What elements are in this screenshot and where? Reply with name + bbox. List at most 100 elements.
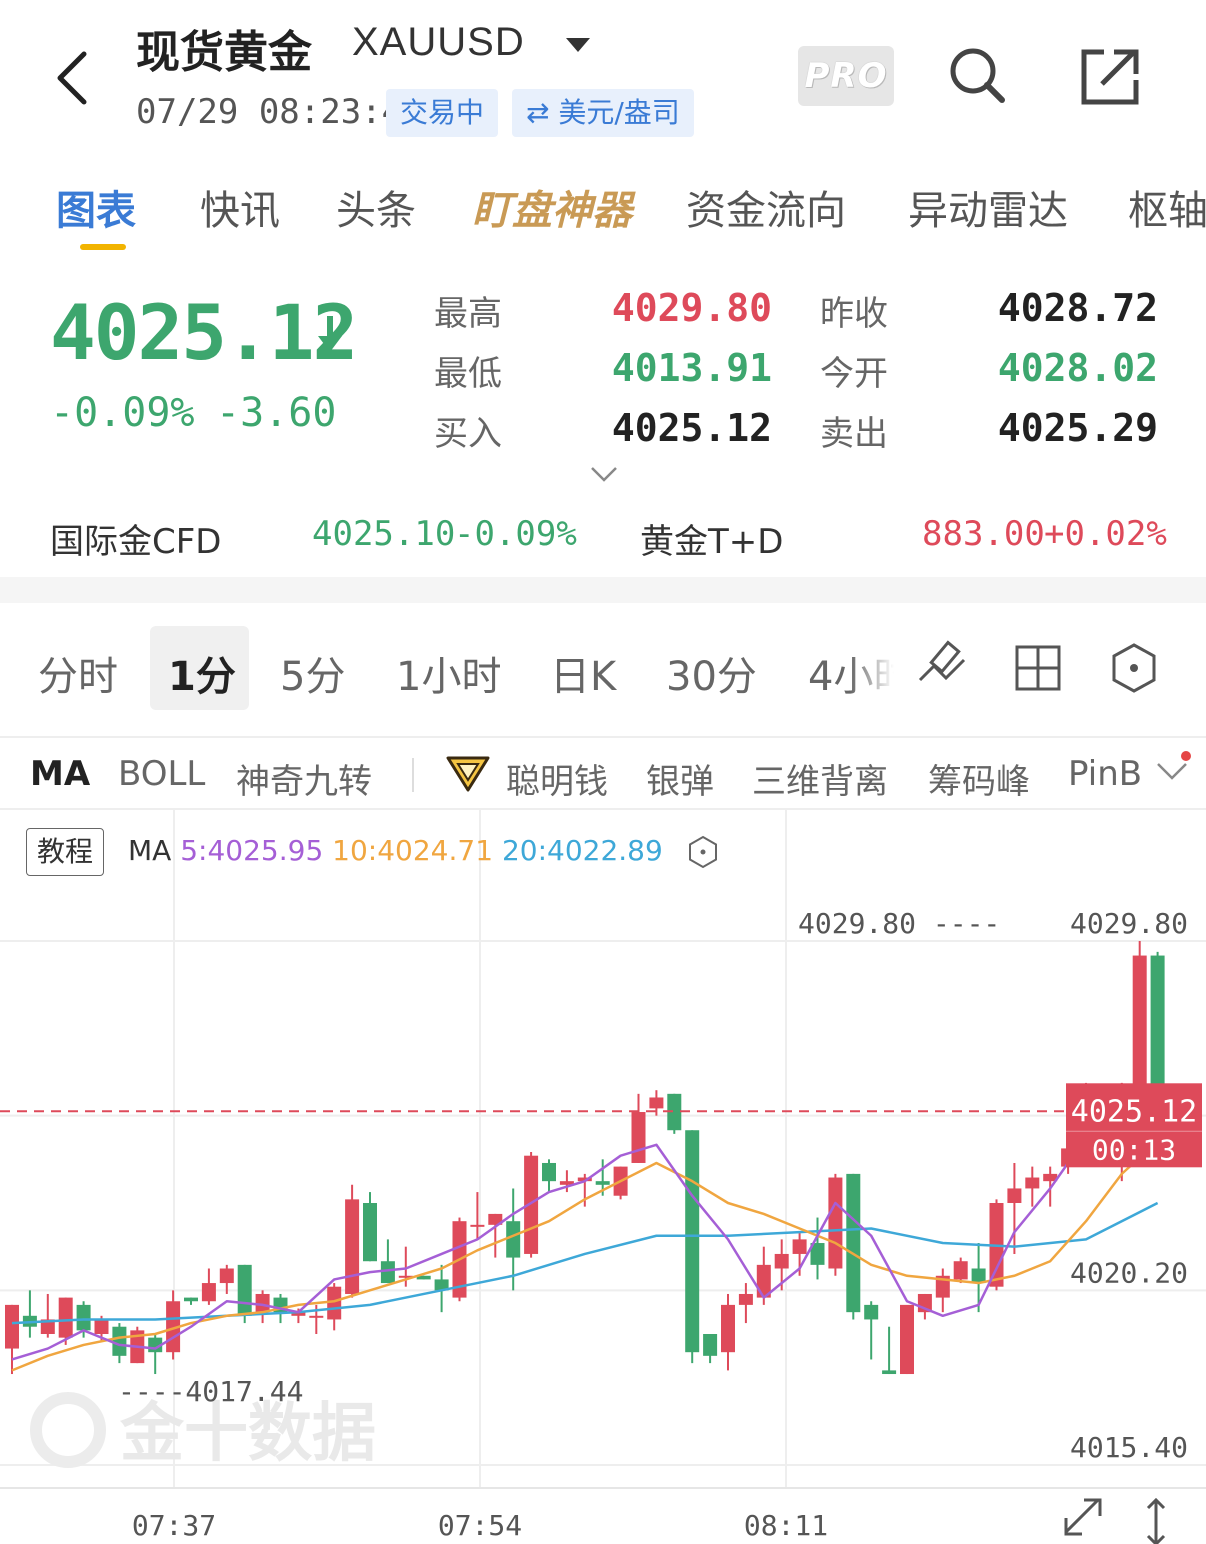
tab-anomaly-radar[interactable]: 异动雷达 xyxy=(908,178,1068,236)
candle-body xyxy=(685,1130,700,1353)
related-cfd-name[interactable]: 国际金CFD xyxy=(50,514,221,563)
candle-body xyxy=(237,1264,252,1316)
y-tick-label: 4029.80 xyxy=(1070,907,1188,940)
share-icon[interactable] xyxy=(1078,46,1142,106)
candle-body xyxy=(792,1239,807,1254)
ma5-line xyxy=(11,1107,1158,1361)
candle-body xyxy=(470,1224,485,1227)
candle-body xyxy=(595,1181,610,1185)
related-td-price: 883.00 xyxy=(922,514,1045,554)
tab-pivot[interactable]: 枢轴 xyxy=(1128,178,1206,236)
period-1min[interactable]: 1分 xyxy=(168,644,236,702)
trading-status-badge: 交易中 xyxy=(386,89,499,137)
stat-low-value: 4013.91 xyxy=(611,346,772,390)
tab-chart[interactable]: 图表 xyxy=(56,178,136,236)
chevron-down-icon[interactable] xyxy=(1152,748,1196,788)
x-tick-label: 07:37 xyxy=(132,1509,216,1542)
draw-line-icon[interactable] xyxy=(916,640,970,694)
y-tick-label: 4015.40 xyxy=(1070,1431,1188,1464)
candle-body xyxy=(309,1315,324,1318)
candle-body xyxy=(542,1162,556,1182)
chevron-down-icon[interactable] xyxy=(566,38,590,52)
ma10-value: 10:4024.71 xyxy=(332,834,494,867)
candlestick-chart[interactable]: 金十数据4029.804025.004020.204015.404025.120… xyxy=(0,810,1206,1544)
settings-hex-icon[interactable] xyxy=(686,835,720,869)
indicator-td9[interactable]: 神奇九转 xyxy=(236,754,372,803)
tab-headlines[interactable]: 头条 xyxy=(336,178,416,236)
candle-body xyxy=(255,1293,270,1313)
period-intraday[interactable]: 分时 xyxy=(38,644,118,702)
candle-body xyxy=(76,1304,91,1331)
watermark-text: 金十数据 xyxy=(119,1397,376,1471)
indicator-boll[interactable]: BOLL xyxy=(118,754,205,794)
candle-body xyxy=(112,1326,127,1356)
back-arrow-icon[interactable] xyxy=(50,48,100,108)
stat-ask-value: 4025.29 xyxy=(997,406,1158,450)
related-cfd-change: -0.09% xyxy=(454,514,577,554)
candle-body xyxy=(380,1261,395,1284)
candle-body xyxy=(828,1177,843,1269)
candle-body xyxy=(1007,1188,1022,1203)
tutorial-button[interactable]: 教程 xyxy=(26,828,104,876)
watermark-logo-icon xyxy=(30,1392,106,1468)
change-percent: -0.09% xyxy=(50,390,195,436)
indicator-ma[interactable]: MA xyxy=(30,754,90,794)
arrow-down-icon xyxy=(318,316,342,352)
candle-body xyxy=(58,1297,73,1338)
vertical-scale-icon[interactable] xyxy=(1146,1497,1166,1544)
related-td-change: +0.02% xyxy=(1044,514,1167,554)
indicator-pinbar[interactable]: PinB xyxy=(1068,754,1148,794)
tab-monitor-tool[interactable]: 盯盘神器 xyxy=(472,178,632,236)
stat-ask-label: 卖出 xyxy=(820,414,888,454)
grid-layout-icon[interactable] xyxy=(1014,644,1062,692)
x-tick-label: 08:11 xyxy=(744,1509,828,1542)
stat-high-label: 最高 xyxy=(434,294,502,334)
stat-low-label: 最低 xyxy=(434,354,502,394)
tab-flash-news[interactable]: 快讯 xyxy=(200,178,280,236)
scroll-fade xyxy=(850,610,894,720)
fullscreen-icon[interactable] xyxy=(1064,1498,1102,1536)
chevron-down-icon[interactable] xyxy=(590,464,618,484)
period-daily[interactable]: 日K xyxy=(550,644,616,702)
candle-body xyxy=(184,1297,198,1302)
related-cfd-price: 4025.10 xyxy=(312,514,456,554)
stat-bid-label: 买入 xyxy=(434,414,502,454)
indicator-silver-bullet[interactable]: 银弹 xyxy=(646,754,714,803)
indicator-3d-divergence[interactable]: 三维背离 xyxy=(752,754,888,803)
indicator-smart-money[interactable]: 聪明钱 xyxy=(506,754,608,803)
candle-body xyxy=(631,1112,646,1163)
candle-body xyxy=(774,1253,789,1269)
candle-body xyxy=(703,1334,718,1356)
instrument-title: 现货黄金 xyxy=(136,27,312,78)
pro-button[interactable]: PRO xyxy=(798,46,894,106)
stat-prev-close-value: 4028.72 xyxy=(997,286,1158,330)
candle-body xyxy=(882,1370,897,1375)
indicator-chip-peak[interactable]: 筹码峰 xyxy=(928,754,1030,803)
candle-body xyxy=(327,1286,342,1320)
current-price: 4025.12 xyxy=(50,288,358,377)
tab-fund-flow[interactable]: 资金流向 xyxy=(686,178,846,236)
candle-body xyxy=(738,1293,753,1305)
settings-hex-icon[interactable] xyxy=(1110,642,1158,694)
quote-datetime: 07/29 08:23:47 xyxy=(136,92,423,132)
candle-body xyxy=(219,1268,234,1284)
high-marker-label: 4029.80 ---- xyxy=(798,907,1000,940)
candle-body xyxy=(94,1319,109,1334)
candle-body xyxy=(506,1221,521,1258)
unit-toggle[interactable]: ⇄ 美元/盎司 xyxy=(512,89,694,137)
period-30min[interactable]: 30分 xyxy=(666,644,757,702)
instrument-symbol[interactable]: XAUUSD xyxy=(352,20,525,65)
search-icon[interactable] xyxy=(946,44,1008,106)
stat-open-label: 今开 xyxy=(820,354,888,394)
candle-body xyxy=(649,1097,664,1109)
ma20-line xyxy=(11,1201,1159,1325)
related-td-name[interactable]: 黄金T+D xyxy=(640,514,783,563)
section-divider xyxy=(0,577,1206,603)
period-1hour[interactable]: 1小时 xyxy=(396,644,501,702)
candle-body xyxy=(363,1203,377,1262)
candle-body xyxy=(721,1304,735,1353)
change-amount: -3.60 xyxy=(216,390,337,436)
divider xyxy=(412,758,414,792)
candle-body xyxy=(5,1304,19,1349)
period-5min[interactable]: 5分 xyxy=(280,644,345,702)
